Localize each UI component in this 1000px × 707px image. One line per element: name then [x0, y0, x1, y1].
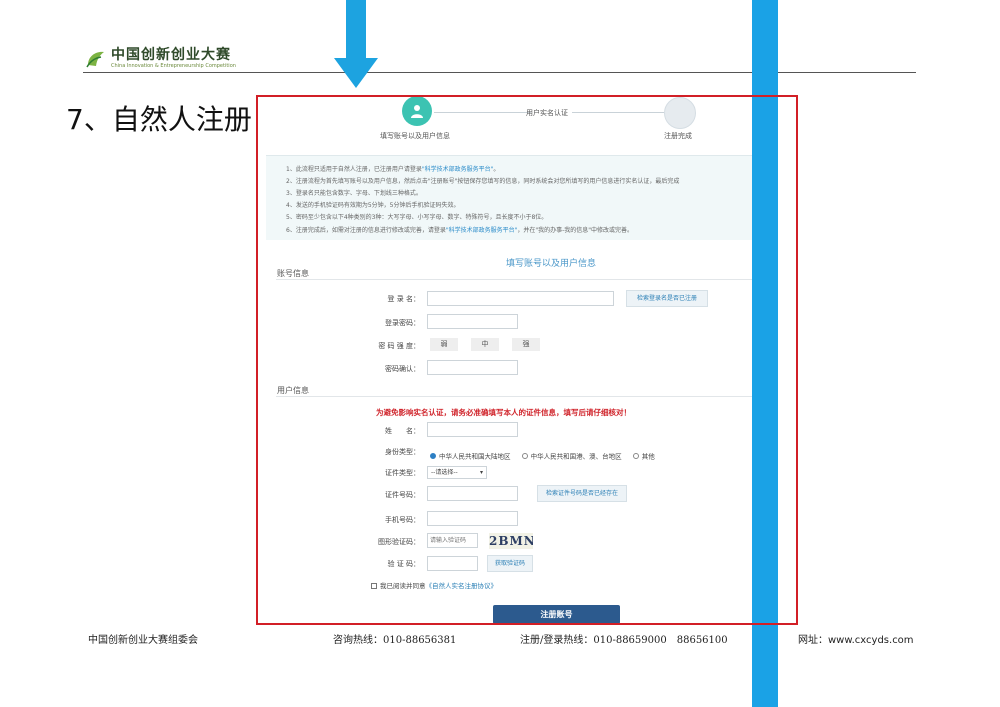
confirm-password-label: 密码确认： [385, 365, 420, 373]
agreement-row: 我已阅读并同意《自然人实名注册协议》 [371, 580, 497, 590]
strength-weak: 弱 [430, 338, 458, 351]
captcha-image[interactable]: 2BMN [489, 533, 533, 549]
password-label: 登录密码： [385, 319, 420, 327]
notice-platform-link[interactable]: "科学技术部政务服务平台" [422, 166, 494, 173]
footer-register-hotline: 注册/登录热线：010-88659000 88656100 [520, 635, 728, 646]
radio-selected-icon[interactable] [430, 452, 436, 459]
login-name-label: 登 录 名： [387, 295, 420, 303]
notice-item-1: 1、此流程只适用于自然人注册，已注册用户请登录"科学技术部政务服务平台"。 [286, 166, 500, 173]
check-cert-button[interactable]: 检索证件号码是否已经存在 [537, 485, 627, 502]
annotation-arrow-down-icon [334, 58, 378, 88]
logo-leaf-icon [85, 48, 107, 70]
notice-item-2: 2、注册流程为首先填写账号以及用户信息，然后点击"注册账号"按钮保存您填写的信息… [286, 178, 680, 185]
get-sms-code-button[interactable]: 获取验证码 [487, 555, 533, 572]
password-strength-label: 密 码 强 度： [378, 342, 420, 350]
footer-website[interactable]: 网址：www.cxcyds.com [798, 631, 914, 646]
footer-hotline: 咨询热线：010-88656381 [333, 635, 457, 646]
logo-chinese-name: 中国创新创业大赛 [111, 47, 231, 63]
cert-number-label: 证件号码： [385, 491, 420, 499]
phone-label: 手机号码： [385, 516, 420, 524]
header-divider [83, 72, 916, 73]
login-name-input[interactable] [427, 291, 614, 306]
step-connector-2 [572, 112, 664, 113]
annotation-blue-bar [752, 0, 778, 707]
step-1-label: 填写账号以及用户信息 [380, 132, 450, 140]
user-section-divider [276, 396, 754, 397]
real-name-input[interactable] [427, 422, 518, 437]
user-section-title: 用户信息 [277, 386, 309, 395]
logo-english-name: China Innovation & Entrepreneurship Comp… [111, 63, 236, 69]
cert-type-label: 证件类型： [385, 469, 420, 477]
competition-logo: 中国创新创业大赛 China Innovation & Entrepreneur… [85, 48, 236, 70]
captcha-input[interactable] [427, 533, 478, 548]
identity-type-label: 身份类型： [385, 448, 420, 456]
sms-code-label: 验 证 码： [387, 560, 420, 568]
radio-icon[interactable] [632, 452, 639, 459]
strength-strong: 强 [512, 338, 540, 351]
slide-title: 7、自然人注册 [66, 103, 252, 136]
identity-option-hmt[interactable]: 中华人民共和国港、澳、台地区 [521, 445, 622, 464]
step-3-label: 注册完成 [664, 132, 692, 140]
register-account-button[interactable]: 注册账号 [493, 605, 620, 624]
step-3-icon [664, 97, 696, 129]
identity-type-options: 中华人民共和国大陆地区 中华人民共和国港、澳、台地区 其他 [430, 445, 655, 464]
notice-item-6: 6、注册完成后，如需对注册的信息进行修改或完善，请登录"科学技术部政务服务平台"… [286, 227, 634, 234]
agreement-checkbox[interactable] [371, 583, 377, 589]
step-2-label: 用户实名认证 [526, 109, 568, 117]
notice-item-5: 5、密码至少包含以下4种类别的3种：大写字母、小写字母、数字、特殊符号，且长度不… [286, 214, 548, 221]
account-section-title: 账号信息 [277, 269, 309, 278]
registration-notice: 1、此流程只适用于自然人注册，已注册用户请登录"科学技术部政务服务平台"。 2、… [266, 155, 754, 240]
identity-warning: 为避免影响实名认证，请务必准确填写本人的证件信息，填写后请仔细核对！ [376, 408, 631, 417]
sms-code-input[interactable] [427, 556, 478, 571]
phone-input[interactable] [427, 511, 518, 526]
strength-medium: 中 [471, 338, 499, 351]
radio-icon[interactable] [521, 452, 528, 459]
annotation-arrow-shaft [346, 0, 366, 58]
footer-organizer: 中国创新创业大赛组委会 [88, 635, 198, 646]
check-login-button[interactable]: 检索登录名是否已注册 [626, 290, 708, 307]
step-connector-1 [434, 112, 531, 113]
notice-item-4: 4、发送的手机验证码有效期为5分钟，5分钟后手机验证码失效。 [286, 202, 460, 209]
agreement-link[interactable]: 《自然人实名注册协议》 [426, 582, 498, 590]
captcha-label: 图形验证码： [378, 538, 420, 546]
notice-item-3: 3、登录名只能包含数字、字母、下划线三种格式。 [286, 190, 422, 197]
form-heading: 填写账号以及用户信息 [506, 259, 597, 269]
agreement-text: 我已阅读并同意 [380, 582, 426, 590]
confirm-password-input[interactable] [427, 360, 518, 375]
cert-type-select[interactable]: --请选择-- ▾ [427, 466, 487, 479]
account-section-divider [276, 279, 754, 280]
real-name-label: 姓 名： [385, 427, 420, 435]
password-input[interactable] [427, 314, 518, 329]
identity-option-mainland[interactable]: 中华人民共和国大陆地区 [430, 445, 511, 464]
step-1-user-icon [402, 96, 432, 126]
identity-option-other[interactable]: 其他 [632, 445, 655, 464]
notice-platform-link-2[interactable]: "科学技术部政务服务平台" [446, 227, 518, 234]
cert-number-input[interactable] [427, 486, 518, 501]
chevron-down-icon: ▾ [479, 469, 483, 476]
